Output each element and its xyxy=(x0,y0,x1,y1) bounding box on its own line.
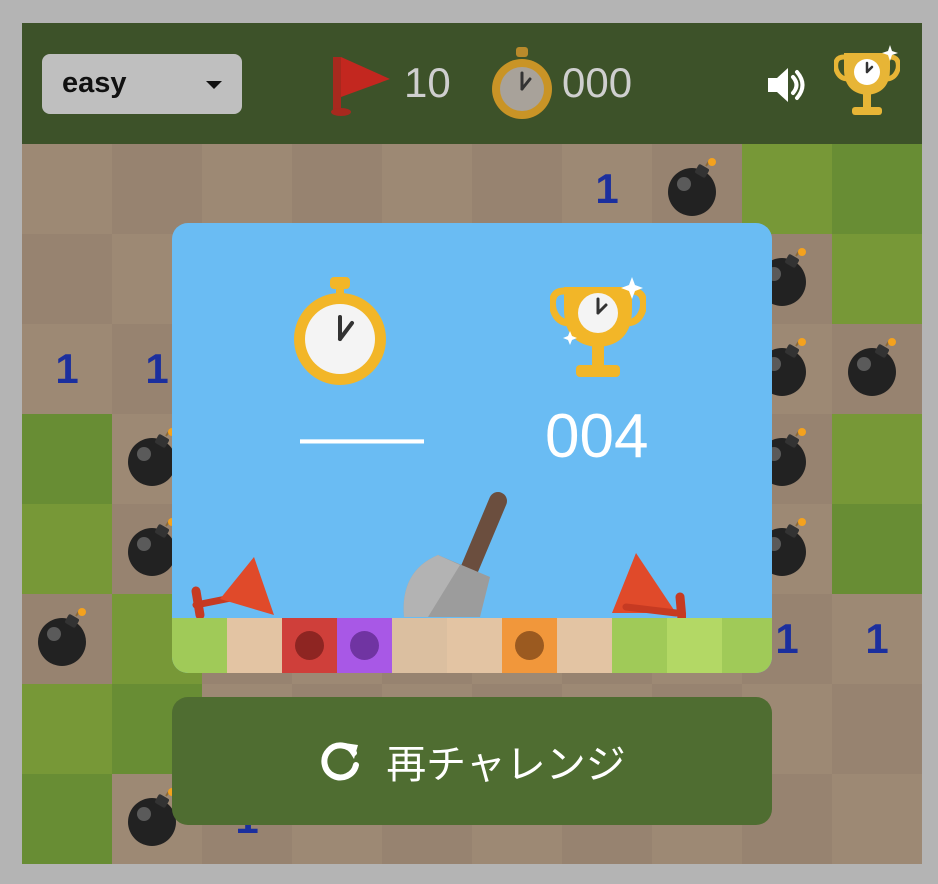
shovel-icon xyxy=(398,491,518,626)
revealed-cell xyxy=(22,234,112,324)
mine-cell xyxy=(22,594,112,684)
strip-tile xyxy=(667,618,722,673)
revealed-cell xyxy=(22,144,112,234)
grass-cell[interactable] xyxy=(832,234,922,324)
strip-tile xyxy=(447,618,502,673)
number-cell: 1 xyxy=(22,324,112,414)
grass-cell[interactable] xyxy=(832,414,922,504)
current-time-value: —— xyxy=(300,402,424,471)
trophy-icon xyxy=(549,273,647,394)
bomb-icon xyxy=(666,158,722,223)
game-result-panel: —— 004 xyxy=(172,223,772,673)
decorative-tile-strip xyxy=(172,618,772,673)
bomb-icon xyxy=(36,608,92,673)
stopwatch-icon xyxy=(292,275,388,392)
revealed-cell xyxy=(832,684,922,774)
refresh-icon xyxy=(318,739,362,783)
best-time-value: 004 xyxy=(545,402,649,471)
grass-cell[interactable] xyxy=(22,684,112,774)
difficulty-value: easy xyxy=(62,67,127,99)
flag-icon xyxy=(330,53,392,122)
mine-cell xyxy=(652,144,742,234)
strip-tile xyxy=(227,618,282,673)
chevron-down-icon xyxy=(206,81,222,89)
strip-tile xyxy=(337,618,392,673)
grass-cell[interactable] xyxy=(832,504,922,594)
strip-tile xyxy=(722,618,772,673)
minesweeper-game: easy 10 000 1 1 1 1 1 —— 004 再チャレンジ xyxy=(22,23,922,864)
revealed-cell xyxy=(472,144,562,234)
grass-cell[interactable] xyxy=(22,774,112,864)
grass-cell[interactable] xyxy=(742,144,832,234)
strip-tile xyxy=(282,618,337,673)
speaker-icon[interactable] xyxy=(764,63,808,112)
number-cell: 1 xyxy=(562,144,652,234)
game-header: easy 10 000 xyxy=(22,23,922,144)
strip-dot xyxy=(515,631,544,660)
revealed-cell xyxy=(382,144,472,234)
flags-remaining-counter: 10 xyxy=(404,59,451,106)
mine-cell xyxy=(832,324,922,414)
number-cell: 1 xyxy=(832,594,922,684)
strip-dot xyxy=(350,631,379,660)
grass-cell[interactable] xyxy=(22,414,112,504)
elapsed-timer: 000 xyxy=(562,59,633,106)
flag-icon xyxy=(190,555,280,626)
strip-dot xyxy=(295,631,324,660)
grass-cell[interactable] xyxy=(22,504,112,594)
revealed-cell xyxy=(112,144,202,234)
strip-tile xyxy=(502,618,557,673)
bomb-icon xyxy=(846,338,902,403)
strip-tile xyxy=(557,618,612,673)
stopwatch-icon xyxy=(489,45,555,126)
trophy-icon[interactable] xyxy=(833,45,901,126)
retry-label: 再チャレンジ xyxy=(386,743,626,787)
retry-button[interactable]: 再チャレンジ xyxy=(172,697,772,825)
revealed-cell xyxy=(832,774,922,864)
flag-icon xyxy=(606,551,687,626)
difficulty-select[interactable]: easy xyxy=(42,54,242,114)
strip-tile xyxy=(392,618,447,673)
revealed-cell xyxy=(202,144,292,234)
grass-cell[interactable] xyxy=(832,144,922,234)
revealed-cell xyxy=(292,144,382,234)
strip-tile xyxy=(172,618,227,673)
strip-tile xyxy=(612,618,667,673)
